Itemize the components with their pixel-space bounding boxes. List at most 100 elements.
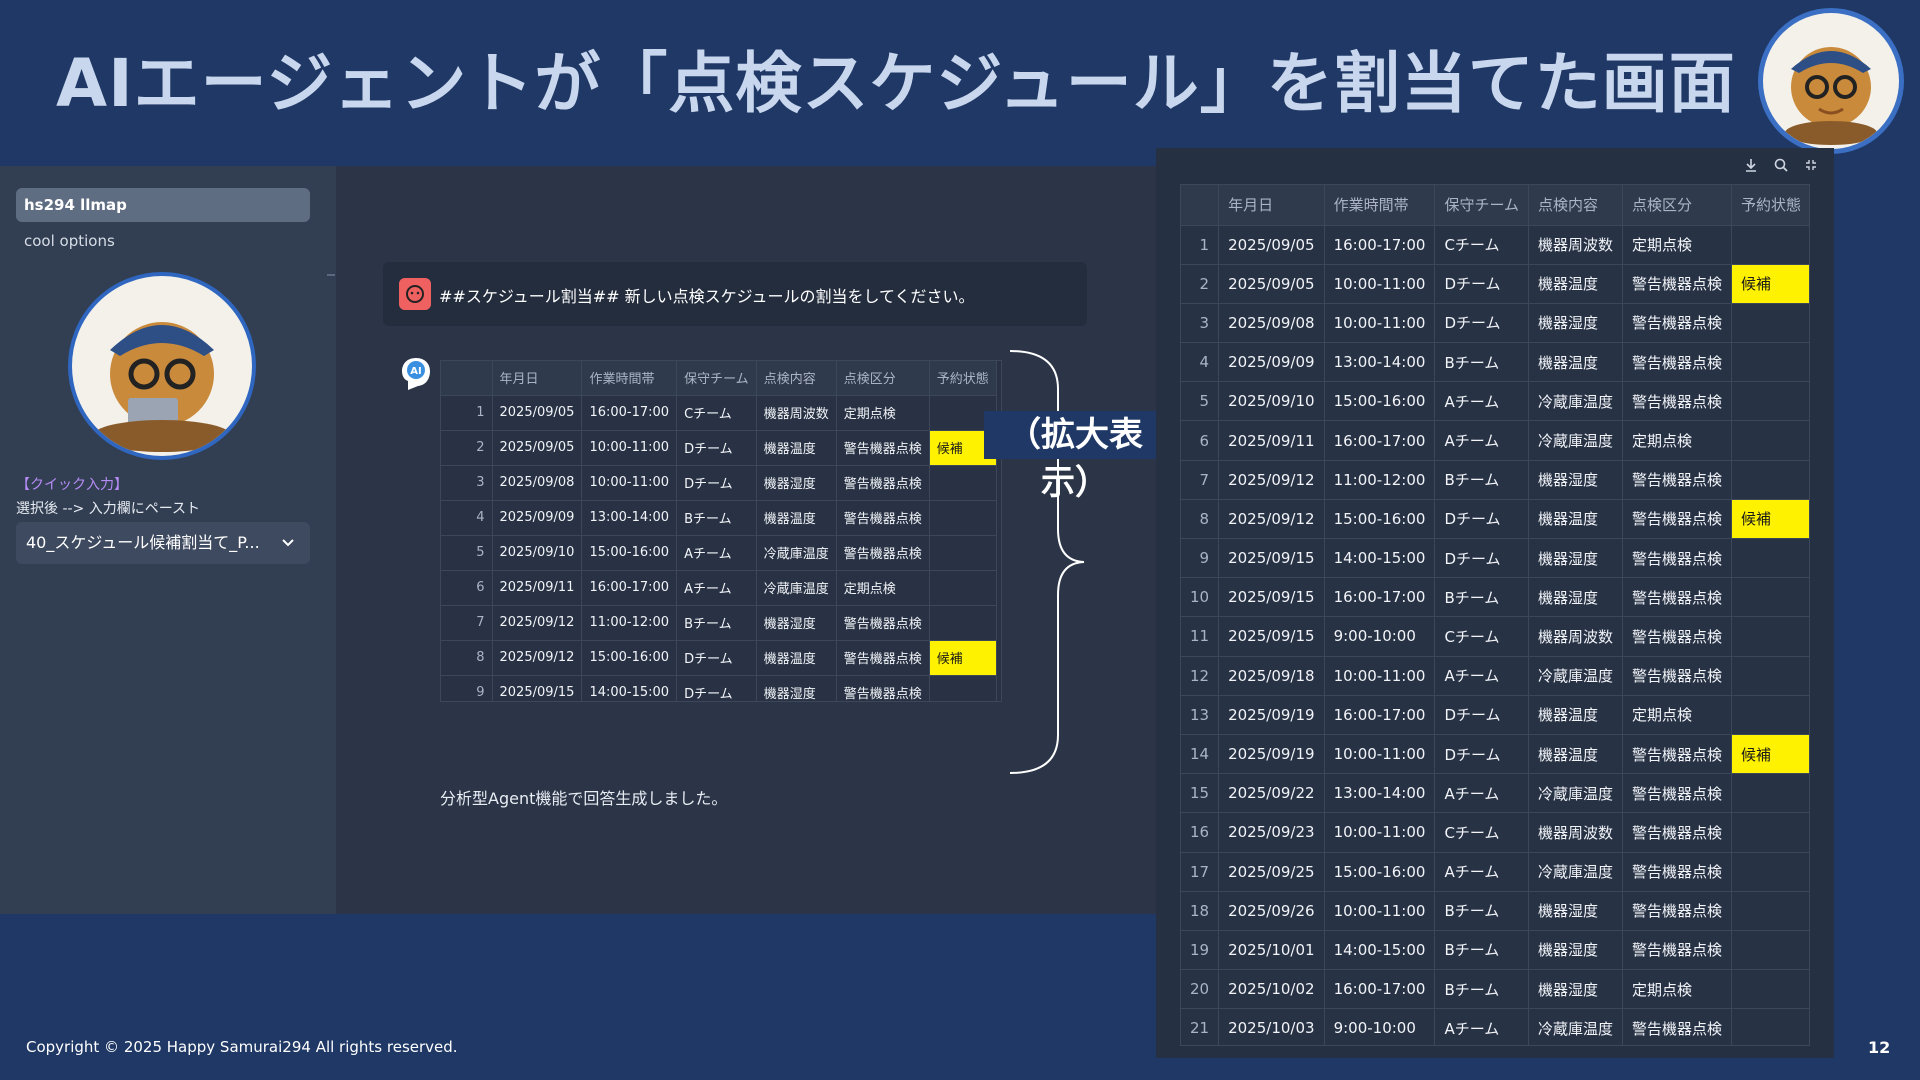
table-cell[interactable]: Cチーム	[1434, 616, 1529, 657]
row-index[interactable]: 6	[441, 570, 493, 606]
table-cell[interactable]	[1731, 225, 1809, 265]
table-cell[interactable]	[1731, 577, 1809, 618]
table-cell[interactable]	[1731, 420, 1809, 461]
table-cell[interactable]: 警告機器点検	[1622, 264, 1733, 304]
table-cell[interactable]: 11:00-12:00	[581, 605, 678, 641]
table-cell[interactable]: Cチーム	[1434, 812, 1529, 853]
table-cell[interactable]: 機器温度	[1528, 734, 1624, 775]
table-cell[interactable]	[929, 675, 997, 701]
table-cell[interactable]: 2025/09/05	[1218, 225, 1325, 265]
row-index[interactable]: 4	[1181, 342, 1220, 383]
table-cell[interactable]: 2025/09/09	[1218, 342, 1325, 383]
table-cell[interactable]: 冷蔵庫温度	[1528, 381, 1624, 422]
table-cell[interactable]: 2025/09/15	[492, 675, 583, 701]
table-cell[interactable]: 2025/10/02	[1218, 969, 1325, 1010]
table-cell[interactable]: 10:00-11:00	[1324, 812, 1436, 853]
table-cell[interactable]: Dチーム	[676, 430, 757, 466]
table-cell[interactable]: Bチーム	[676, 500, 757, 536]
table-cell[interactable]: 警告機器点検	[1622, 342, 1733, 383]
row-index[interactable]: 4	[441, 500, 493, 536]
table-cell[interactable]: 定期点検	[1622, 420, 1733, 461]
table-cell[interactable]	[1731, 1008, 1809, 1045]
row-index[interactable]: 5	[1181, 381, 1220, 422]
table-row[interactable]: 9 2025/09/15 14:00-15:00 Dチーム 機器湿度 警告機器点検	[1181, 538, 1809, 579]
table-cell[interactable]: 9:00-10:00	[1324, 616, 1436, 657]
row-index[interactable]: 3	[1181, 303, 1220, 344]
big-header-5[interactable]: 点検区分	[1622, 185, 1733, 226]
table-cell[interactable]: Dチーム	[1434, 499, 1529, 540]
table-cell[interactable]: 2025/09/26	[1218, 891, 1325, 931]
table-row[interactable]: 5 2025/09/10 15:00-16:00 Aチーム 冷蔵庫温度 警告機器点検	[441, 535, 997, 571]
table-row[interactable]: 13 2025/09/19 16:00-17:00 Dチーム 機器温度 定期点検	[1181, 695, 1809, 735]
table-cell[interactable]: 15:00-16:00	[581, 535, 678, 571]
table-cell[interactable]: 2025/09/05	[1218, 264, 1325, 304]
table-cell[interactable]	[1731, 538, 1809, 579]
table-cell[interactable]: 警告機器点検	[836, 430, 930, 466]
row-index[interactable]: 2	[441, 430, 493, 466]
row-index[interactable]: 8	[441, 640, 493, 676]
table-cell[interactable]: 機器温度	[1528, 264, 1624, 304]
fullscreen-icon[interactable]	[1800, 154, 1822, 176]
table-cell[interactable]	[1731, 891, 1809, 931]
row-index[interactable]: 1	[441, 395, 493, 431]
table-cell[interactable]: 2025/09/25	[1218, 852, 1325, 892]
table-cell[interactable]	[1731, 969, 1809, 1010]
table-cell[interactable]: 警告機器点検	[1622, 734, 1733, 775]
table-cell[interactable]: 警告機器点検	[1622, 381, 1733, 422]
row-index[interactable]: 9	[441, 675, 493, 701]
mini-header-0[interactable]	[441, 361, 493, 396]
table-cell[interactable]: 候補	[1731, 264, 1809, 304]
row-index[interactable]: 2	[1181, 264, 1220, 304]
table-cell[interactable]: 警告機器点検	[1622, 812, 1733, 853]
table-cell[interactable]: Aチーム	[1434, 852, 1529, 892]
download-icon[interactable]	[1740, 154, 1762, 176]
table-cell[interactable]: 機器温度	[1528, 695, 1624, 735]
table-cell[interactable]: 冷蔵庫温度	[756, 535, 837, 571]
table-row[interactable]: 6 2025/09/11 16:00-17:00 Aチーム 冷蔵庫温度 定期点検	[1181, 420, 1809, 461]
table-cell[interactable]: 16:00-17:00	[581, 570, 678, 606]
table-cell[interactable]: 警告機器点検	[1622, 616, 1733, 657]
table-cell[interactable]: 定期点検	[836, 395, 930, 431]
row-index[interactable]: 9	[1181, 538, 1220, 579]
table-row[interactable]: 5 2025/09/10 15:00-16:00 Aチーム 冷蔵庫温度 警告機器点検	[1181, 381, 1809, 422]
table-cell[interactable]: 機器湿度	[756, 465, 837, 501]
table-row[interactable]: 7 2025/09/12 11:00-12:00 Bチーム 機器湿度 警告機器点検	[441, 605, 997, 641]
table-row[interactable]: 20 2025/10/02 16:00-17:00 Bチーム 機器湿度 定期点検	[1181, 969, 1809, 1010]
table-cell[interactable]: 2025/09/12	[1218, 460, 1325, 500]
table-cell[interactable]: 13:00-14:00	[1324, 342, 1436, 383]
table-cell[interactable]	[1731, 656, 1809, 696]
table-cell[interactable]: 候補	[1731, 499, 1809, 540]
table-cell[interactable]: 15:00-16:00	[1324, 852, 1436, 892]
table-cell[interactable]: Dチーム	[676, 675, 757, 701]
big-header-1[interactable]: 年月日	[1218, 185, 1325, 226]
table-cell[interactable]: Dチーム	[1434, 695, 1529, 735]
table-cell[interactable]: 警告機器点検	[1622, 930, 1733, 971]
table-cell[interactable]: 11:00-12:00	[1324, 460, 1436, 500]
table-cell[interactable]: 14:00-15:00	[1324, 538, 1436, 579]
row-index[interactable]: 14	[1181, 734, 1220, 775]
table-cell[interactable]	[1731, 381, 1809, 422]
table-row[interactable]: 14 2025/09/19 10:00-11:00 Dチーム 機器温度 警告機器点検 候補	[1181, 734, 1809, 775]
table-cell[interactable]: Bチーム	[1434, 577, 1529, 618]
table-cell[interactable]: 警告機器点検	[1622, 577, 1733, 618]
table-row[interactable]: 2 2025/09/05 10:00-11:00 Dチーム 機器温度 警告機器点検 候補	[1181, 264, 1809, 304]
big-header-6[interactable]: 予約状態	[1731, 185, 1809, 226]
row-index[interactable]: 1	[1181, 225, 1220, 265]
table-cell[interactable]: 2025/09/05	[492, 430, 583, 466]
row-index[interactable]: 20	[1181, 969, 1220, 1010]
table-cell[interactable]	[1731, 695, 1809, 735]
table-row[interactable]: 3 2025/09/08 10:00-11:00 Dチーム 機器湿度 警告機器点検	[1181, 303, 1809, 344]
mini-header-4[interactable]: 点検内容	[756, 361, 837, 396]
table-cell[interactable]	[1731, 812, 1809, 853]
table-cell[interactable]: 16:00-17:00	[1324, 420, 1436, 461]
table-cell[interactable]: 警告機器点検	[836, 675, 930, 701]
table-cell[interactable]: 10:00-11:00	[1324, 656, 1436, 696]
sidebar-resize-handle[interactable]	[327, 274, 335, 276]
cool-options-link[interactable]: cool options	[24, 232, 115, 250]
table-cell[interactable]: 2025/09/08	[492, 465, 583, 501]
table-cell[interactable]: Aチーム	[1434, 1008, 1529, 1045]
table-cell[interactable]	[929, 605, 997, 641]
table-cell[interactable]: 機器周波数	[1528, 812, 1624, 853]
row-index[interactable]: 16	[1181, 812, 1220, 853]
table-row[interactable]: 2 2025/09/05 10:00-11:00 Dチーム 機器温度 警告機器点検 候補	[441, 430, 997, 466]
